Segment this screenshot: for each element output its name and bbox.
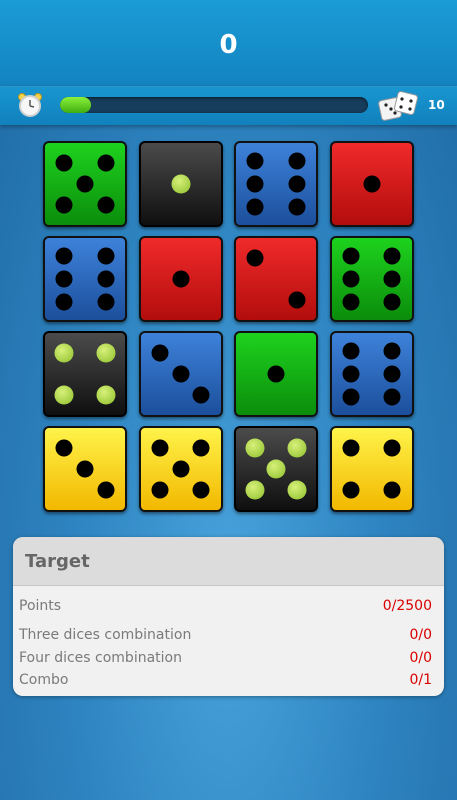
die-pip <box>288 291 306 309</box>
die-pip <box>76 175 94 193</box>
die-pip <box>383 293 401 311</box>
die-pip <box>192 439 210 457</box>
die-pip <box>192 386 210 404</box>
die-pip <box>363 175 380 193</box>
target-row-label: Three dices combination <box>19 627 192 643</box>
dice-board <box>43 141 415 515</box>
header-bar: 0 <box>0 0 457 86</box>
die-blue-6[interactable] <box>329 331 414 417</box>
die-pip <box>288 152 306 170</box>
die-pip <box>55 439 73 457</box>
die-pip <box>342 342 360 360</box>
die-pip <box>288 198 306 216</box>
die-pip <box>55 270 73 288</box>
die-green-6[interactable] <box>329 236 414 322</box>
die-blue-6[interactable] <box>234 141 318 227</box>
die-pip <box>54 343 74 363</box>
die-pip <box>383 388 401 406</box>
die-black-4[interactable] <box>43 331 127 417</box>
die-pip <box>246 249 264 267</box>
die-pip <box>266 459 286 479</box>
die-pip <box>171 174 190 194</box>
die-yellow-3[interactable] <box>43 426 127 512</box>
die-pip <box>55 247 73 265</box>
die-pip <box>267 365 285 383</box>
die-pip <box>342 247 360 265</box>
die-pip <box>287 438 307 458</box>
die-blue-6[interactable] <box>43 236 127 322</box>
die-pip <box>246 198 264 216</box>
die-pip <box>192 481 210 499</box>
die-yellow-5[interactable] <box>138 426 223 512</box>
die-pip <box>287 480 307 500</box>
status-bar: 10 <box>0 86 457 125</box>
die-pip <box>97 270 115 288</box>
die-pip <box>97 247 115 265</box>
die-pip <box>76 460 94 478</box>
die-green-1[interactable] <box>234 331 318 417</box>
target-row-label: Combo <box>19 672 69 688</box>
die-pip <box>151 344 169 362</box>
die-green-5[interactable] <box>43 141 127 227</box>
die-pip <box>55 196 73 214</box>
die-pip <box>55 293 73 311</box>
die-pip <box>342 481 360 499</box>
dice-icon <box>378 91 418 121</box>
die-pip <box>55 154 73 172</box>
time-progress-bar <box>60 97 368 113</box>
die-pip <box>54 385 74 405</box>
die-pip <box>288 175 306 193</box>
die-pip <box>246 152 264 170</box>
die-pip <box>383 481 401 499</box>
die-pip <box>383 247 401 265</box>
target-row-value: 0/0 <box>409 650 432 666</box>
alarm-clock-icon <box>18 93 42 117</box>
die-red-2[interactable] <box>234 236 318 322</box>
die-pip <box>96 343 116 363</box>
target-row-label: Points <box>19 598 62 614</box>
die-pip <box>151 481 169 499</box>
die-red-1[interactable] <box>138 236 223 322</box>
die-pip <box>342 293 360 311</box>
die-pip <box>342 270 360 288</box>
target-row-value: 0/2500 <box>382 598 432 614</box>
die-pip <box>97 196 115 214</box>
time-progress-fill <box>60 97 91 113</box>
die-black-1[interactable] <box>138 141 223 227</box>
die-pip <box>245 438 265 458</box>
die-pip <box>97 154 115 172</box>
score-display: 0 <box>219 30 238 60</box>
die-pip <box>246 175 264 193</box>
die-pip <box>342 439 360 457</box>
die-pip <box>383 439 401 457</box>
dice-count: 10 <box>428 98 445 112</box>
die-pip <box>97 293 115 311</box>
target-row-value: 0/1 <box>409 672 432 688</box>
target-row-label: Four dices combination <box>19 650 182 666</box>
die-yellow-4[interactable] <box>329 426 414 512</box>
target-title: Target <box>25 550 90 572</box>
die-pip <box>383 342 401 360</box>
die-pip <box>172 270 189 288</box>
die-pip <box>383 270 401 288</box>
die-pip <box>172 460 189 478</box>
die-pip <box>342 388 360 406</box>
die-red-1[interactable] <box>329 141 414 227</box>
die-pip <box>342 365 360 383</box>
die-pip <box>151 439 169 457</box>
die-pip <box>172 365 189 383</box>
target-row-value: 0/0 <box>409 627 432 643</box>
die-pip <box>97 481 115 499</box>
die-black-5[interactable] <box>234 426 318 512</box>
die-pip <box>245 480 265 500</box>
target-panel: Target Points 0/2500 Three dices combina… <box>13 537 444 696</box>
die-pip <box>383 365 401 383</box>
die-blue-3[interactable] <box>138 331 223 417</box>
target-header: Target <box>13 537 444 586</box>
die-pip <box>96 385 116 405</box>
